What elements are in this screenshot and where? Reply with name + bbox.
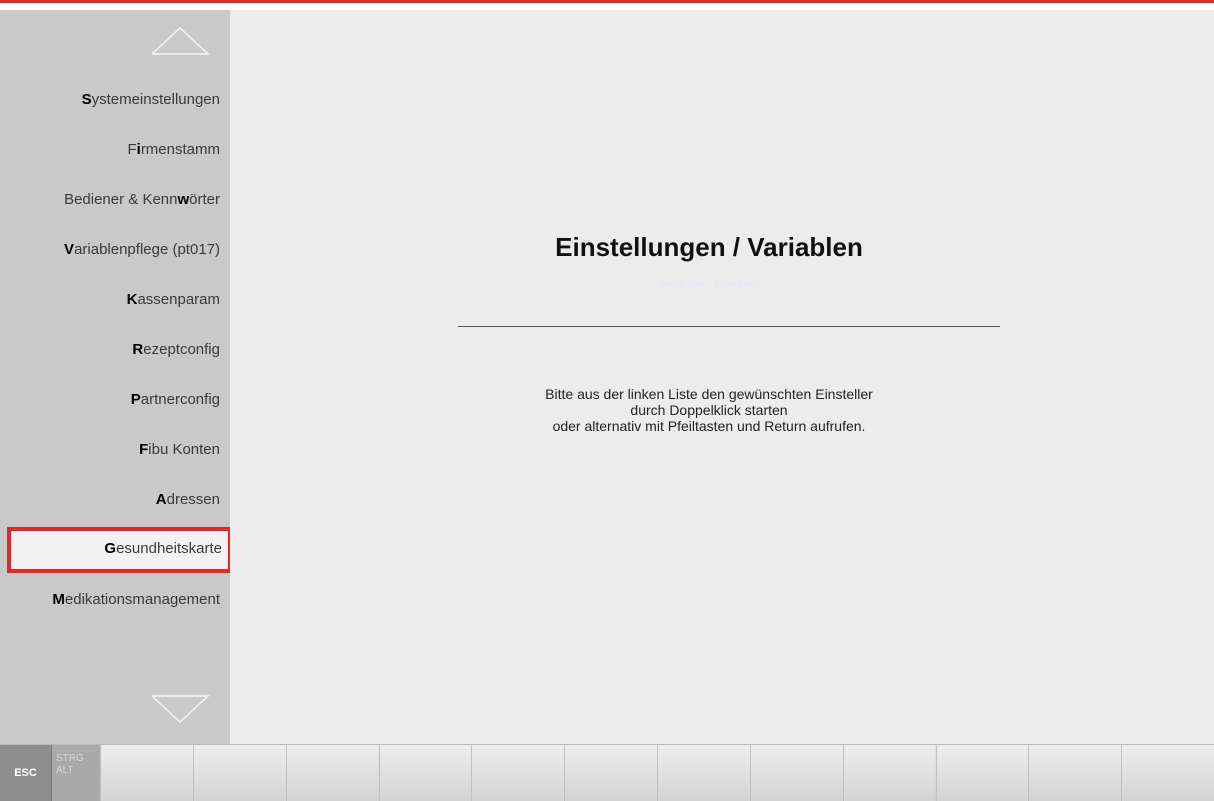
- function-key-button[interactable]: [1028, 745, 1122, 801]
- sidebar-item-label-prefix: Bediener & Kenn: [64, 191, 178, 208]
- function-key-button[interactable]: [935, 745, 1029, 801]
- sidebar-item-label: ezeptconfig: [143, 341, 220, 358]
- modifier-alt-label: ALT: [56, 765, 74, 776]
- function-key-button[interactable]: [564, 745, 657, 801]
- sidebar-item[interactable]: Bediener & Kennwörter: [0, 182, 230, 218]
- instructions-line-2: durch Doppelklick starten: [630, 402, 788, 418]
- sidebar-item-hotkey: G: [104, 540, 117, 557]
- sidebar-item-label: ystemeinstellungen: [91, 91, 220, 108]
- top-accent-bar: [0, 0, 1214, 10]
- modifier-indicator: STRG ALT: [52, 745, 100, 801]
- sidebar-item-label: ibu Konten: [148, 441, 220, 458]
- scroll-down-arrow-icon[interactable]: [150, 694, 210, 724]
- sidebar-item-label-prefix: F: [127, 141, 137, 158]
- sidebar-item-hotkey: M: [52, 591, 65, 608]
- sidebar-item-hotkey: V: [64, 241, 75, 258]
- app-window: Systemeinstellungen Firmenstamm Bediener &…: [0, 0, 1214, 801]
- sidebar-item-hotkey: S: [81, 91, 92, 108]
- sidebar-item[interactable]: Rezeptconfig: [0, 332, 230, 368]
- sidebar-item[interactable]: Systemeinstellungen: [0, 82, 230, 118]
- sidebar-item-label: edikationsmanagement: [64, 591, 220, 608]
- sidebar: Systemeinstellungen Firmenstamm Bediener &…: [0, 10, 232, 744]
- sidebar-item[interactable]: Adressen: [0, 482, 230, 518]
- sidebar-item-hotkey: A: [155, 491, 167, 508]
- instructions-text: Bitte aus der linken Liste den gewünscht…: [230, 386, 1188, 434]
- sidebar-item[interactable]: Partnerconfig: [0, 382, 230, 418]
- sidebar-item[interactable]: Variablenpflege (pt017): [0, 232, 230, 268]
- esc-button[interactable]: ESC: [0, 745, 52, 801]
- function-key-toolbar: ESC STRG ALT: [0, 744, 1214, 801]
- sidebar-item[interactable]: Medikationsmanagement: [0, 582, 230, 618]
- sidebar-item-label: artnerconfig: [140, 391, 220, 408]
- sidebar-item[interactable]: Gesundheitskarte: [7, 527, 232, 573]
- divider: [458, 326, 1000, 327]
- sidebar-item-hotkey: F: [139, 441, 149, 458]
- sidebar-item-label: esundheitskarte: [116, 540, 222, 557]
- sidebar-item-label: assenparam: [137, 291, 220, 308]
- sidebar-item-label: dressen: [166, 491, 220, 508]
- sidebar-item-hotkey: P: [130, 391, 141, 408]
- function-key-button[interactable]: [1121, 745, 1214, 801]
- function-key-button[interactable]: [100, 745, 193, 801]
- function-key-button[interactable]: [192, 745, 286, 801]
- sidebar-item-hotkey: K: [126, 291, 138, 308]
- function-key-button[interactable]: [749, 745, 843, 801]
- function-key-button[interactable]: [657, 745, 750, 801]
- sidebar-item-hotkey: R: [132, 341, 144, 358]
- sidebar-item-hotkey: w: [177, 191, 190, 208]
- sidebar-item-label: ariablenpflege (pt017): [74, 241, 220, 258]
- function-key-button[interactable]: [378, 745, 472, 801]
- main-panel: Einstellungen / Variablen Der Buyer · Ei…: [230, 10, 1214, 744]
- function-key-button[interactable]: [471, 745, 565, 801]
- function-key-button[interactable]: [842, 745, 936, 801]
- faint-subtitle: Der Buyer · Einsteller: [659, 280, 759, 289]
- scroll-up-arrow-icon[interactable]: [150, 26, 210, 56]
- sidebar-item[interactable]: Fibu Konten: [0, 432, 230, 468]
- function-key-button[interactable]: [285, 745, 379, 801]
- sidebar-item[interactable]: Firmenstamm: [0, 132, 230, 168]
- modifier-strg-label: STRG: [56, 753, 84, 764]
- instructions-line-3: oder alternativ mit Pfeiltasten und Retu…: [552, 418, 866, 434]
- sidebar-item[interactable]: Kassenparam: [0, 282, 230, 318]
- sidebar-item-label: örter: [189, 191, 220, 208]
- sidebar-item-label: rmenstamm: [140, 141, 220, 158]
- page-title: Einstellungen / Variablen: [555, 232, 863, 262]
- instructions-line-1: Bitte aus der linken Liste den gewünscht…: [545, 386, 873, 402]
